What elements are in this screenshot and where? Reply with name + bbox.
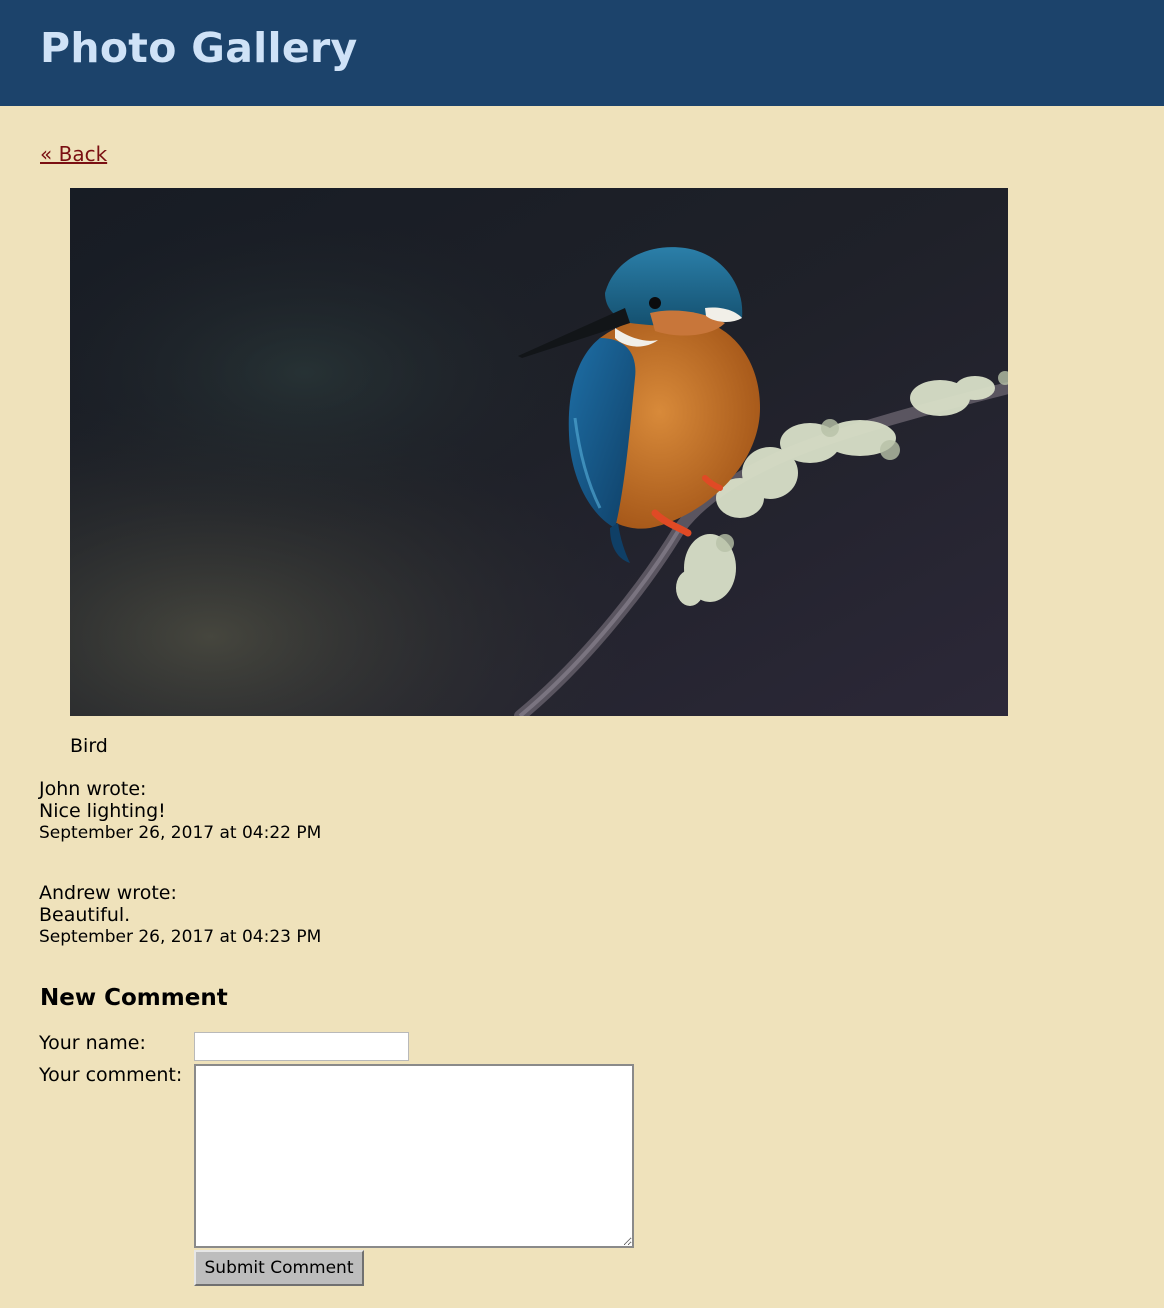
comment-item: Andrew wrote: Beautiful. September 26, 2…: [39, 882, 321, 948]
comment-author: Andrew wrote:: [39, 882, 177, 904]
comment-date: September 26, 2017 at 04:22 PM: [39, 823, 322, 843]
back-link[interactable]: « Back: [40, 142, 107, 166]
comment-label: Your comment:: [39, 1064, 183, 1086]
site-header: Photo Gallery: [0, 0, 1164, 106]
photo-image: [70, 188, 1008, 716]
comment-text: Beautiful.: [39, 904, 131, 926]
name-label: Your name:: [39, 1032, 146, 1054]
comment-author: John wrote:: [39, 778, 147, 800]
site-title: Photo Gallery: [40, 24, 358, 72]
submit-comment-button[interactable]: Submit Comment: [194, 1250, 364, 1286]
name-input[interactable]: [194, 1032, 409, 1061]
comment-item: John wrote: Nice lighting! September 26,…: [39, 778, 321, 844]
comment-date: September 26, 2017 at 04:23 PM: [39, 927, 322, 947]
comment-text: Nice lighting!: [39, 800, 166, 822]
new-comment-heading: New Comment: [40, 985, 228, 1011]
comment-textarea[interactable]: [194, 1064, 634, 1248]
photo-caption: Bird: [70, 735, 108, 757]
